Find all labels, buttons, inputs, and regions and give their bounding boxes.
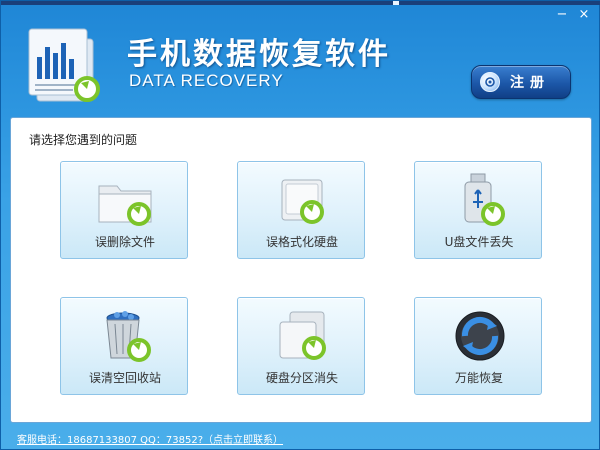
app-logo-icon (23, 19, 103, 105)
tile-label: 万能恢复 (454, 371, 503, 385)
recycle-bin-icon (95, 308, 157, 364)
tile-label: 误格式化硬盘 (265, 235, 338, 249)
disk-partition-icon (272, 308, 334, 364)
tile-label: 硬盘分区消失 (265, 371, 338, 385)
customer-service-link[interactable]: 客服电话：18687133807 QQ：73852?（点击立即联系） (17, 431, 283, 446)
tile-label: 误清空回收站 (88, 371, 161, 385)
app-window: − × 手机数据恢复软件 DATA RECOVERY 注册 请选择您遇到的问题 (0, 0, 600, 450)
close-button[interactable]: × (575, 7, 593, 23)
hard-drive-icon (272, 172, 334, 228)
minimize-button[interactable]: − (553, 7, 571, 23)
shield-gear-icon (480, 72, 500, 92)
tile-universal-recovery[interactable]: 万能恢复 (414, 297, 542, 395)
register-button[interactable]: 注册 (471, 65, 571, 99)
taskbar-strip (1, 1, 600, 5)
tile-label: 误删除文件 (94, 235, 155, 249)
tile-deleted-files[interactable]: 误删除文件 (60, 161, 188, 259)
tile-label: U盘文件丢失 (444, 235, 514, 249)
tile-usb-lost[interactable]: U盘文件丢失 (414, 161, 542, 259)
universal-recovery-icon (449, 308, 511, 364)
tile-formatted-disk[interactable]: 误格式化硬盘 (237, 161, 365, 259)
tile-emptied-recycle-bin[interactable]: 误清空回收站 (60, 297, 188, 395)
problem-prompt: 请选择您遇到的问题 (29, 133, 138, 147)
folder-icon (95, 172, 157, 228)
register-label: 注册 (510, 75, 550, 91)
app-title: 手机数据恢复软件 (127, 37, 391, 72)
usb-drive-icon (449, 172, 511, 228)
tile-partition-lost[interactable]: 硬盘分区消失 (237, 297, 365, 395)
app-subtitle: DATA RECOVERY (129, 71, 284, 90)
